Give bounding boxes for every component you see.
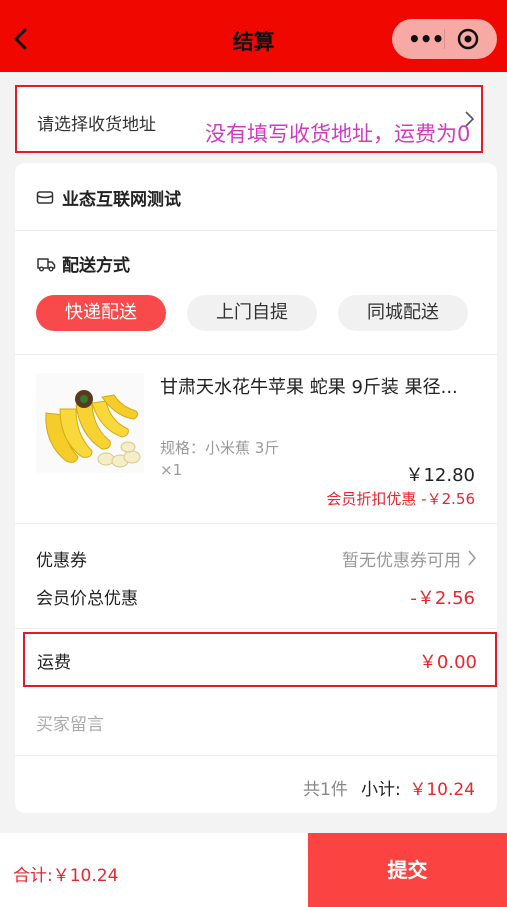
member-total-label: 会员价总优惠 [36,589,138,609]
store-name: 业态互联网测试 [62,189,181,210]
product-spec: 规格：小米蕉 3斤 [160,439,280,457]
shipping-title: 配送方式 [62,256,130,276]
member-total-value: -￥2.56 [410,588,475,609]
subtotal-label: 小计: [361,780,401,800]
more-icon[interactable]: ••• [408,27,444,51]
submit-button[interactable]: 提交 [308,833,507,907]
coupon-label: 优惠券 [36,551,87,571]
buyer-message-input[interactable]: 买家留言 [36,710,104,735]
freight-row: 运费 ￥0.00 [23,632,497,687]
product-name[interactable]: 甘肃天水花牛苹果 蛇果 9斤装 果径... [160,373,480,399]
item-count: 共1件 [303,780,348,800]
shipping-header: 配送方式 [36,251,130,276]
order-card: 业态互联网测试 配送方式 快递配送 上门自提 同城配送 甘肃天水花牛苹果 蛇果 … [15,163,497,813]
freight-value: ￥0.00 [418,652,477,673]
product-price: ￥12.80 [405,465,475,486]
order-total: 合计:￥10.24 [13,866,119,886]
divider [15,628,497,629]
subtotal-value: ￥10.24 [409,780,475,800]
nav-bar: 结算 ••• [0,0,507,72]
divider [15,230,497,231]
store-icon [36,191,54,204]
store-row: 业态互联网测试 [36,185,181,210]
coupon-value[interactable]: 暂无优惠券可用 [342,546,461,571]
annotation-note: 没有填写收货地址，运费为0 [205,122,471,146]
shipping-option-express[interactable]: 快递配送 [36,295,166,331]
divider [15,354,497,355]
mini-program-capsule: ••• [392,19,497,59]
product-image [36,373,144,473]
shipping-option-local[interactable]: 同城配送 [338,295,468,331]
close-target-icon[interactable] [456,27,480,51]
divider [15,755,497,756]
divider [15,523,497,524]
truck-icon [37,257,56,271]
chevron-right-icon[interactable] [467,549,477,567]
shipping-option-pickup[interactable]: 上门自提 [187,295,317,331]
product-qty: ×1 [160,461,183,479]
bottom-bar: 合计:￥10.24 提交 [0,833,507,907]
capsule-divider [444,29,445,49]
freight-label: 运费 [37,653,71,673]
address-placeholder: 请选择收货地址 [37,115,156,135]
member-discount: 会员折扣优惠 -￥2.56 [326,490,475,508]
